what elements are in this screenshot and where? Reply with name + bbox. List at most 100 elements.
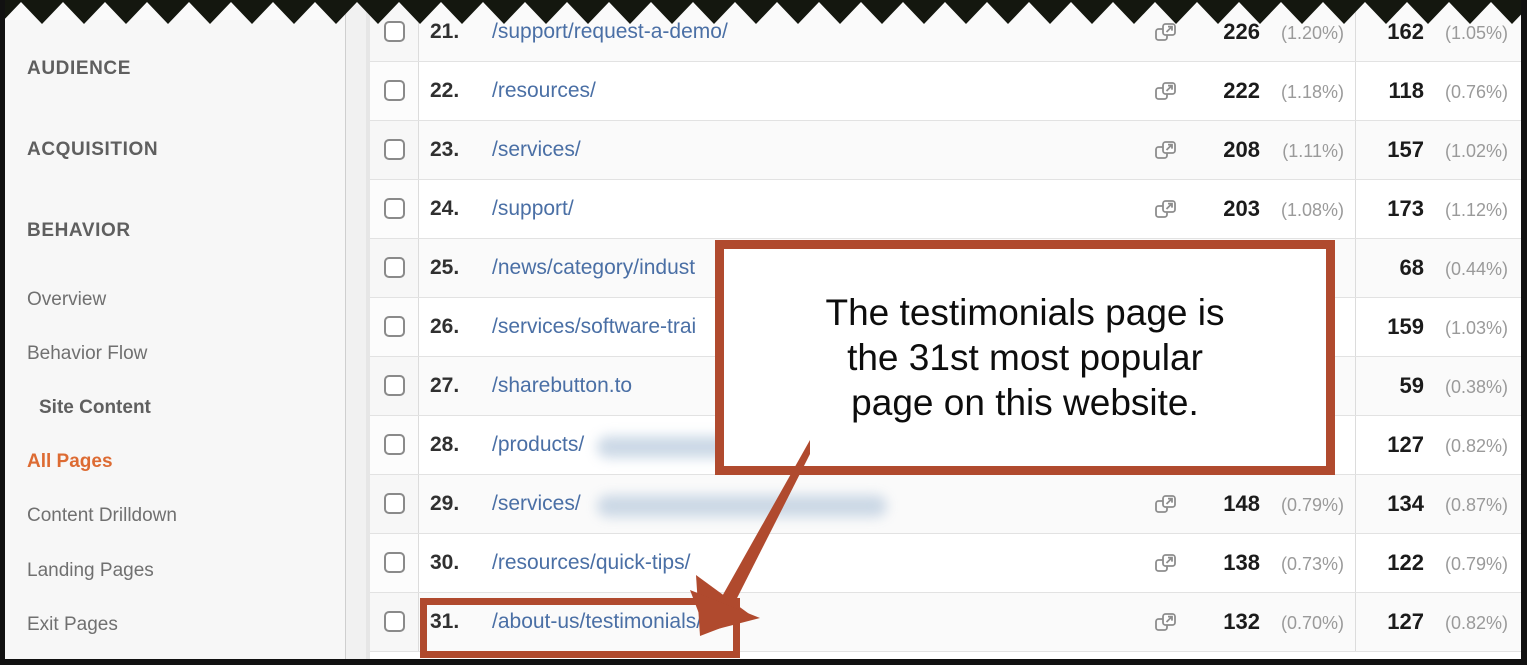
row-select-cell[interactable] bbox=[370, 3, 419, 61]
frame-border-bottom bbox=[0, 659, 1527, 665]
page-path-link[interactable]: /support/request-a-demo/ bbox=[492, 20, 728, 44]
annotation-line-1: The testimonials page is bbox=[825, 291, 1225, 333]
row-index: 26. bbox=[430, 315, 460, 338]
table-row[interactable]: 24. /support/203 (1.08%) 173 (1.12%) bbox=[370, 180, 1521, 239]
page-path-link[interactable]: /support/ bbox=[492, 197, 574, 221]
unique-pageviews-value: 159 bbox=[1387, 314, 1424, 339]
open-in-new-window-icon[interactable] bbox=[1155, 22, 1177, 44]
open-in-new-window-icon[interactable] bbox=[1155, 199, 1177, 221]
row-select-cell[interactable] bbox=[370, 180, 419, 238]
table-row[interactable]: 30. /resources/quick-tips/138 (0.73%) 122 (0… bbox=[370, 534, 1521, 593]
page-path-link[interactable]: /services/software-trai bbox=[492, 315, 696, 339]
row-index: 22. bbox=[430, 79, 460, 102]
row-checkbox[interactable] bbox=[384, 434, 405, 455]
row-select-cell[interactable] bbox=[370, 357, 419, 415]
row-checkbox[interactable] bbox=[384, 21, 405, 42]
page-path-link[interactable]: /news/category/indust bbox=[492, 256, 695, 280]
unique-pageviews-percent: (0.79%) bbox=[1444, 554, 1508, 574]
row-select-cell[interactable] bbox=[370, 475, 419, 533]
row-select-cell[interactable] bbox=[370, 298, 419, 356]
unique-pageviews-cell: 162 (1.05%) bbox=[1356, 3, 1521, 61]
table-row[interactable]: 23. /services/208 (1.11%) 157 (1.02%) bbox=[370, 121, 1521, 180]
unique-pageviews-percent: (1.02%) bbox=[1444, 141, 1508, 161]
open-in-new-window-icon[interactable] bbox=[1155, 140, 1177, 162]
open-in-new-window-icon[interactable] bbox=[1155, 494, 1177, 516]
row-checkbox[interactable] bbox=[384, 198, 405, 219]
pageviews-cell: 208 (1.11%) bbox=[1186, 121, 1356, 179]
row-checkbox[interactable] bbox=[384, 139, 405, 160]
unique-pageviews-cell: 173 (1.12%) bbox=[1356, 180, 1521, 238]
pageviews-cell: 226 (1.20%) bbox=[1186, 3, 1356, 61]
open-in-new-window-icon[interactable] bbox=[1155, 612, 1177, 634]
page-path-link[interactable]: /sharebutton.to bbox=[492, 374, 632, 398]
sidebar-item-exit-pages[interactable]: Exit Pages bbox=[27, 614, 118, 636]
unique-pageviews-cell: 127 (0.82%) bbox=[1356, 416, 1521, 474]
sidebar-item-landing-pages[interactable]: Landing Pages bbox=[27, 560, 154, 582]
unique-pageviews-percent: (0.44%) bbox=[1444, 259, 1508, 279]
row-checkbox[interactable] bbox=[384, 611, 405, 632]
annotation-callout-text: The testimonials page is the 31st most p… bbox=[810, 290, 1241, 425]
unique-pageviews-cell: 122 (0.79%) bbox=[1356, 534, 1521, 592]
row-checkbox[interactable] bbox=[384, 493, 405, 514]
page-path-link[interactable]: /resources/quick-tips/ bbox=[492, 551, 690, 575]
unique-pageviews-percent: (0.38%) bbox=[1444, 377, 1508, 397]
row-select-cell[interactable] bbox=[370, 593, 419, 651]
sidebar-item-content-drilldown[interactable]: Content Drilldown bbox=[27, 505, 177, 527]
sidebar-item-behavior-flow[interactable]: Behavior Flow bbox=[27, 343, 147, 365]
open-in-new-window-icon[interactable] bbox=[1155, 553, 1177, 575]
unique-pageviews-value: 122 bbox=[1387, 550, 1424, 575]
row-select-cell[interactable] bbox=[370, 534, 419, 592]
row-index: 25. bbox=[430, 256, 460, 279]
row-select-cell[interactable] bbox=[370, 62, 419, 120]
row-index: 23. bbox=[430, 138, 460, 161]
unique-pageviews-value: 173 bbox=[1387, 196, 1424, 221]
row-select-cell[interactable] bbox=[370, 239, 419, 297]
pageviews-value: 148 bbox=[1223, 491, 1260, 516]
frame-border-left bbox=[0, 0, 5, 665]
left-navigation-sidebar: AUDIENCE ACQUISITION BEHAVIOR Overview Behav… bbox=[5, 20, 345, 665]
open-in-new-window-icon[interactable] bbox=[1155, 81, 1177, 103]
row-select-cell[interactable] bbox=[370, 416, 419, 474]
unique-pageviews-value: 134 bbox=[1387, 491, 1424, 516]
unique-pageviews-cell: 157 (1.02%) bbox=[1356, 121, 1521, 179]
unique-pageviews-percent: (0.87%) bbox=[1444, 495, 1508, 515]
page-path-link[interactable]: /resources/ bbox=[492, 79, 596, 103]
unique-pageviews-cell: 134 (0.87%) bbox=[1356, 475, 1521, 533]
pageviews-cell: 138 (0.73%) bbox=[1186, 534, 1356, 592]
unique-pageviews-value: 59 bbox=[1399, 373, 1424, 398]
table-row[interactable]: 22. /resources/222 (1.18%) 118 (0.76%) bbox=[370, 62, 1521, 121]
unique-pageviews-cell: 59 (0.38%) bbox=[1356, 357, 1521, 415]
pageviews-value: 208 bbox=[1223, 137, 1260, 162]
pageviews-percent: (1.20%) bbox=[1280, 23, 1344, 43]
sidebar-item-all-pages[interactable]: All Pages bbox=[27, 451, 113, 473]
unique-pageviews-percent: (1.12%) bbox=[1444, 200, 1508, 220]
row-index: 24. bbox=[430, 197, 460, 220]
unique-pageviews-percent: (1.03%) bbox=[1444, 318, 1508, 338]
annotation-line-2: the 31st most popular bbox=[847, 336, 1203, 378]
redacted-path-segment bbox=[597, 495, 887, 517]
pageviews-percent: (0.70%) bbox=[1280, 613, 1344, 633]
sidebar-item-behavior[interactable]: BEHAVIOR bbox=[27, 220, 131, 242]
sidebar-item-audience[interactable]: AUDIENCE bbox=[27, 58, 131, 80]
sidebar-item-site-content[interactable]: Site Content bbox=[39, 397, 151, 419]
annotation-callout-box: The testimonials page is the 31st most p… bbox=[715, 240, 1335, 475]
pageviews-value: 203 bbox=[1223, 196, 1260, 221]
row-checkbox[interactable] bbox=[384, 375, 405, 396]
row-select-cell[interactable] bbox=[370, 121, 419, 179]
table-row[interactable]: 21. /support/request-a-demo/226 (1.20%) 162… bbox=[370, 3, 1521, 62]
sidebar-item-overview[interactable]: Overview bbox=[27, 289, 106, 311]
page-path-link[interactable]: /products/ bbox=[492, 433, 584, 457]
row-checkbox[interactable] bbox=[384, 257, 405, 278]
table-row[interactable]: 29. /services/148 (0.79%) 134 (0.87%) bbox=[370, 475, 1521, 534]
page-path-link[interactable]: /services/ bbox=[492, 138, 581, 162]
row-index: 21. bbox=[430, 20, 460, 43]
page-path-link[interactable]: /services/ bbox=[492, 492, 581, 516]
pageviews-cell: 132 (0.70%) bbox=[1186, 593, 1356, 651]
row-checkbox[interactable] bbox=[384, 316, 405, 337]
unique-pageviews-value: 68 bbox=[1399, 255, 1424, 280]
row-checkbox[interactable] bbox=[384, 80, 405, 101]
unique-pageviews-cell: 159 (1.03%) bbox=[1356, 298, 1521, 356]
pageviews-percent: (1.11%) bbox=[1282, 141, 1344, 161]
row-checkbox[interactable] bbox=[384, 552, 405, 573]
sidebar-item-acquisition[interactable]: ACQUISITION bbox=[27, 139, 158, 161]
